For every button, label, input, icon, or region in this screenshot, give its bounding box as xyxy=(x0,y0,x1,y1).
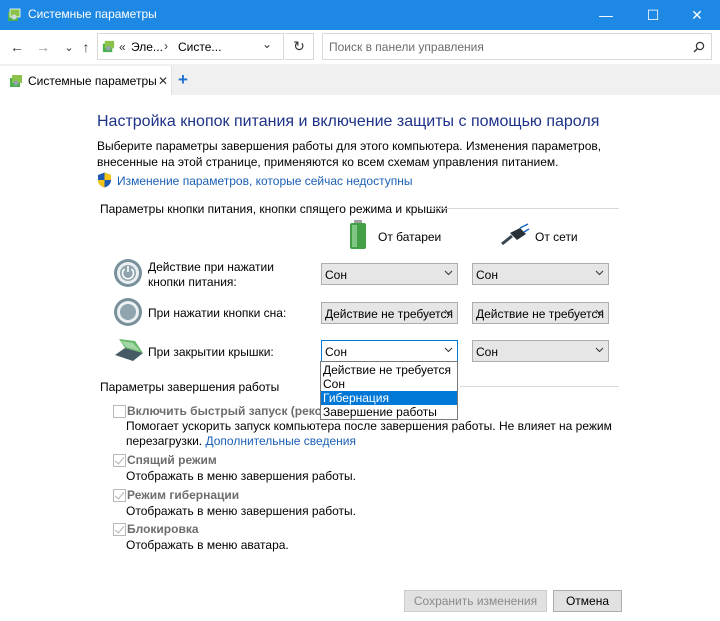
fast-startup-description-prefix: перезагрузки. xyxy=(126,434,206,448)
sleep-label: Спящий режим xyxy=(127,453,217,467)
change-unavailable-settings-link[interactable]: Изменение параметров, которые сейчас нед… xyxy=(117,174,413,188)
sleep-button-battery-select[interactable]: Действие не требуется xyxy=(321,302,458,324)
sleep-description: Отображать в меню завершения работы. xyxy=(126,469,357,483)
chevron-down-icon xyxy=(595,347,604,353)
chevron-down-icon xyxy=(595,309,604,315)
address-dropdown-icon[interactable]: ⌄ xyxy=(262,37,272,51)
select-value: Действие не требуется xyxy=(325,307,454,321)
search-icon[interactable] xyxy=(693,41,705,53)
tab-close-icon[interactable]: ✕ xyxy=(158,74,168,88)
laptop-lid-icon xyxy=(115,339,143,361)
lock-description: Отображать в меню аватара. xyxy=(126,538,289,552)
uac-shield-icon xyxy=(98,172,111,188)
refresh-button[interactable]: ↻ xyxy=(285,33,314,60)
column-header-ac: От сети xyxy=(535,230,578,244)
section-divider xyxy=(430,208,619,209)
select-value: Сон xyxy=(476,345,498,359)
window-title: Системные параметры xyxy=(28,7,157,21)
column-header-battery: От батареи xyxy=(378,230,442,244)
breadcrumb-item-hardware[interactable]: Эле... xyxy=(131,40,163,54)
breadcrumb-chevron-icon[interactable]: › xyxy=(164,39,168,53)
tab-label: Системные параметры xyxy=(28,74,157,88)
hibernate-label: Режим гибернации xyxy=(127,488,240,502)
select-value: Действие не требуется xyxy=(476,307,605,321)
back-button[interactable]: ← xyxy=(7,37,27,57)
dropdown-option[interactable]: Завершение работы xyxy=(321,405,457,419)
fast-startup-checkbox[interactable] xyxy=(113,405,126,418)
control-panel-icon xyxy=(10,75,22,87)
chevron-down-icon xyxy=(444,270,453,276)
chevron-down-icon xyxy=(595,270,604,276)
sleep-button-icon xyxy=(114,298,142,326)
power-plug-icon xyxy=(501,223,530,246)
tab-system-settings[interactable]: Системные параметры ✕ xyxy=(0,66,172,95)
lid-close-ac-select[interactable]: Сон xyxy=(472,340,609,362)
lid-close-label: При закрытии крышки: xyxy=(148,345,274,359)
section-divider xyxy=(460,386,619,387)
lock-checkbox[interactable] xyxy=(113,523,126,536)
save-changes-button[interactable]: Сохранить изменения xyxy=(404,590,547,612)
power-button-icon xyxy=(114,259,142,287)
battery-icon xyxy=(350,220,366,249)
dropdown-option-selected[interactable]: Гибернация xyxy=(321,391,457,405)
navigation-bar: ← → ⌄ ↑ « Эле... › Систе... ⌄ ↻ xyxy=(0,30,720,64)
fast-startup-label: Включить быстрый запуск (рекомен xyxy=(127,404,345,418)
address-bar[interactable]: « Эле... › Систе... ⌄ xyxy=(97,33,284,60)
breadcrumb-item-power[interactable]: Систе... xyxy=(178,40,221,54)
cancel-button[interactable]: Отмена xyxy=(553,590,622,612)
chevron-down-icon xyxy=(444,309,453,315)
new-tab-button[interactable]: + xyxy=(178,70,188,90)
section-title-buttons-lid: Параметры кнопки питания, кнопки спящего… xyxy=(100,202,448,216)
minimize-button[interactable]: — xyxy=(583,0,629,30)
fast-startup-description-line2: перезагрузки. Дополнительные сведения xyxy=(126,434,356,450)
more-info-link[interactable]: Дополнительные сведения xyxy=(205,434,355,448)
section-title-shutdown: Параметры завершения работы xyxy=(100,380,280,394)
page-title: Настройка кнопок питания и включение защ… xyxy=(97,113,600,130)
dropdown-option[interactable]: Сон xyxy=(321,377,457,391)
lock-label: Блокировка xyxy=(127,522,199,536)
up-button[interactable]: ↑ xyxy=(76,37,96,57)
select-value: Сон xyxy=(325,268,347,282)
lid-close-dropdown-list[interactable]: Действие не требуется Сон Гибернация Зав… xyxy=(320,361,458,420)
search-box[interactable] xyxy=(322,33,712,60)
control-panel-icon xyxy=(102,40,115,53)
fast-startup-description: Помогает ускорить запуск компьютера посл… xyxy=(126,419,612,433)
dropdown-option[interactable]: Действие не требуется xyxy=(321,363,457,377)
chevron-down-icon xyxy=(444,347,453,353)
maximize-button[interactable]: ☐ xyxy=(630,0,676,30)
power-button-battery-select[interactable]: Сон xyxy=(321,263,458,285)
sleep-checkbox[interactable] xyxy=(113,454,126,467)
sleep-button-ac-select[interactable]: Действие не требуется xyxy=(472,302,609,324)
select-value: Сон xyxy=(325,345,347,359)
power-button-label: Действие при нажатии кнопки питания: xyxy=(148,260,274,289)
sleep-button-label: При нажатии кнопки сна: xyxy=(148,306,287,320)
lid-close-battery-select[interactable]: Сон xyxy=(321,340,458,362)
page-description: Выберите параметры завершения работы для… xyxy=(97,139,602,169)
close-button[interactable]: ✕ xyxy=(674,0,720,30)
tab-bar: Системные параметры ✕ + xyxy=(0,64,720,95)
title-bar[interactable]: Системные параметры — ☐ ✕ xyxy=(0,0,720,30)
power-button-ac-select[interactable]: Сон xyxy=(472,263,609,285)
breadcrumb-overflow[interactable]: « xyxy=(119,40,126,54)
forward-button[interactable]: → xyxy=(33,37,53,57)
hibernate-checkbox[interactable] xyxy=(113,489,126,502)
search-input[interactable] xyxy=(329,39,669,55)
select-value: Сон xyxy=(476,268,498,282)
control-panel-icon xyxy=(8,8,21,21)
hibernate-description: Отображать в меню завершения работы. xyxy=(126,504,357,518)
